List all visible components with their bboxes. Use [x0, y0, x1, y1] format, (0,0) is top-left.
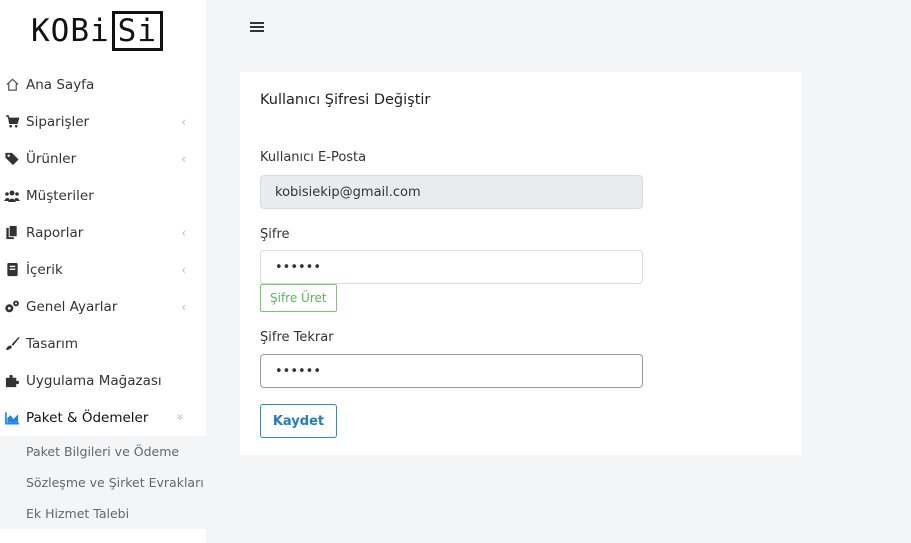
sidebar-item-label: Paket & Ödemeler [26, 409, 149, 426]
chevron-down-icon: » [173, 413, 188, 421]
sidebar-item-ana-sayfa[interactable]: Ana Sayfa [0, 66, 206, 103]
sidebar-item-label: Raporlar [26, 224, 84, 241]
sidebar-item-label: Müşteriler [26, 187, 94, 204]
home-icon [4, 77, 20, 93]
cogs-icon [4, 299, 20, 315]
sidebar-item-label: Tasarım [26, 335, 79, 352]
sidebar-item-label: Genel Ayarlar [26, 298, 118, 315]
sidebar-item-tasarim[interactable]: Tasarım [0, 325, 206, 362]
chevron-left-icon: ‹ [181, 263, 186, 277]
email-field[interactable] [260, 175, 643, 209]
logo-text: KOBi [31, 13, 110, 49]
chevron-left-icon: ‹ [181, 300, 186, 314]
sidebar-item-urunler[interactable]: Ürünler ‹ [0, 140, 206, 177]
logo-text-boxed: Si [111, 11, 163, 51]
sidebar-menu: Ana Sayfa Siparişler ‹ Ürünler ‹ Müşteri… [0, 66, 206, 529]
book-icon [4, 262, 20, 278]
password-field[interactable] [260, 250, 643, 284]
hamburger-icon[interactable] [250, 20, 264, 36]
cart-icon [4, 114, 20, 130]
brush-icon [4, 336, 20, 352]
copy-icon [4, 225, 20, 241]
sidebar-item-icerik[interactable]: İçerik ‹ [0, 251, 206, 288]
puzzle-icon [4, 373, 20, 389]
save-button[interactable]: Kaydet [260, 404, 337, 438]
submenu-paket-odemeler: Paket Bilgileri ve Ödeme Sözleşme ve Şir… [0, 436, 206, 529]
users-icon [4, 188, 20, 204]
sidebar-item-siparisler[interactable]: Siparişler ‹ [0, 103, 206, 140]
sidebar-item-label: Ürünler [26, 150, 77, 167]
chevron-left-icon: ‹ [181, 226, 186, 240]
sidebar-item-genel-ayarlar[interactable]: Genel Ayarlar ‹ [0, 288, 206, 325]
password-repeat-label: Şifre Tekrar [260, 330, 334, 345]
email-label: Kullanıcı E-Posta [260, 150, 367, 165]
tag-icon [4, 151, 20, 167]
sidebar-item-musteriler[interactable]: Müşteriler [0, 177, 206, 214]
sidebar-item-label: Uygulama Mağazası [26, 372, 162, 389]
sidebar-item-label: İçerik [26, 261, 63, 278]
sidebar-item-paket-odemeler[interactable]: Paket & Ödemeler » [0, 399, 206, 436]
logo[interactable]: KOBi Si [31, 10, 163, 52]
chevron-left-icon: ‹ [181, 115, 186, 129]
chart-area-icon [4, 410, 20, 426]
chevron-left-icon: ‹ [181, 152, 186, 166]
sidebar-item-raporlar[interactable]: Raporlar ‹ [0, 214, 206, 251]
password-repeat-field[interactable] [260, 354, 643, 388]
generate-password-button[interactable]: Şifre Üret [260, 284, 337, 312]
submenu-item-ek-hizmet[interactable]: Ek Hizmet Talebi [0, 498, 206, 529]
page-title: Kullanıcı Şifresi Değiştir [260, 92, 431, 108]
submenu-item-sozlesme[interactable]: Sözleşme ve Şirket Evrakları [0, 467, 206, 498]
sidebar-item-label: Siparişler [26, 113, 90, 130]
change-password-card: Kullanıcı Şifresi Değiştir Kullanıcı E-P… [240, 72, 801, 455]
sidebar: KOBiSi Ana Sayfa Siparişler ‹ Ürünler ‹ [0, 0, 206, 543]
sidebar-item-uygulama-magazasi[interactable]: Uygulama Mağazası [0, 362, 206, 399]
password-label: Şifre [260, 227, 290, 242]
submenu-item-paket-bilgileri[interactable]: Paket Bilgileri ve Ödeme [0, 436, 206, 467]
sidebar-item-label: Ana Sayfa [26, 76, 95, 93]
